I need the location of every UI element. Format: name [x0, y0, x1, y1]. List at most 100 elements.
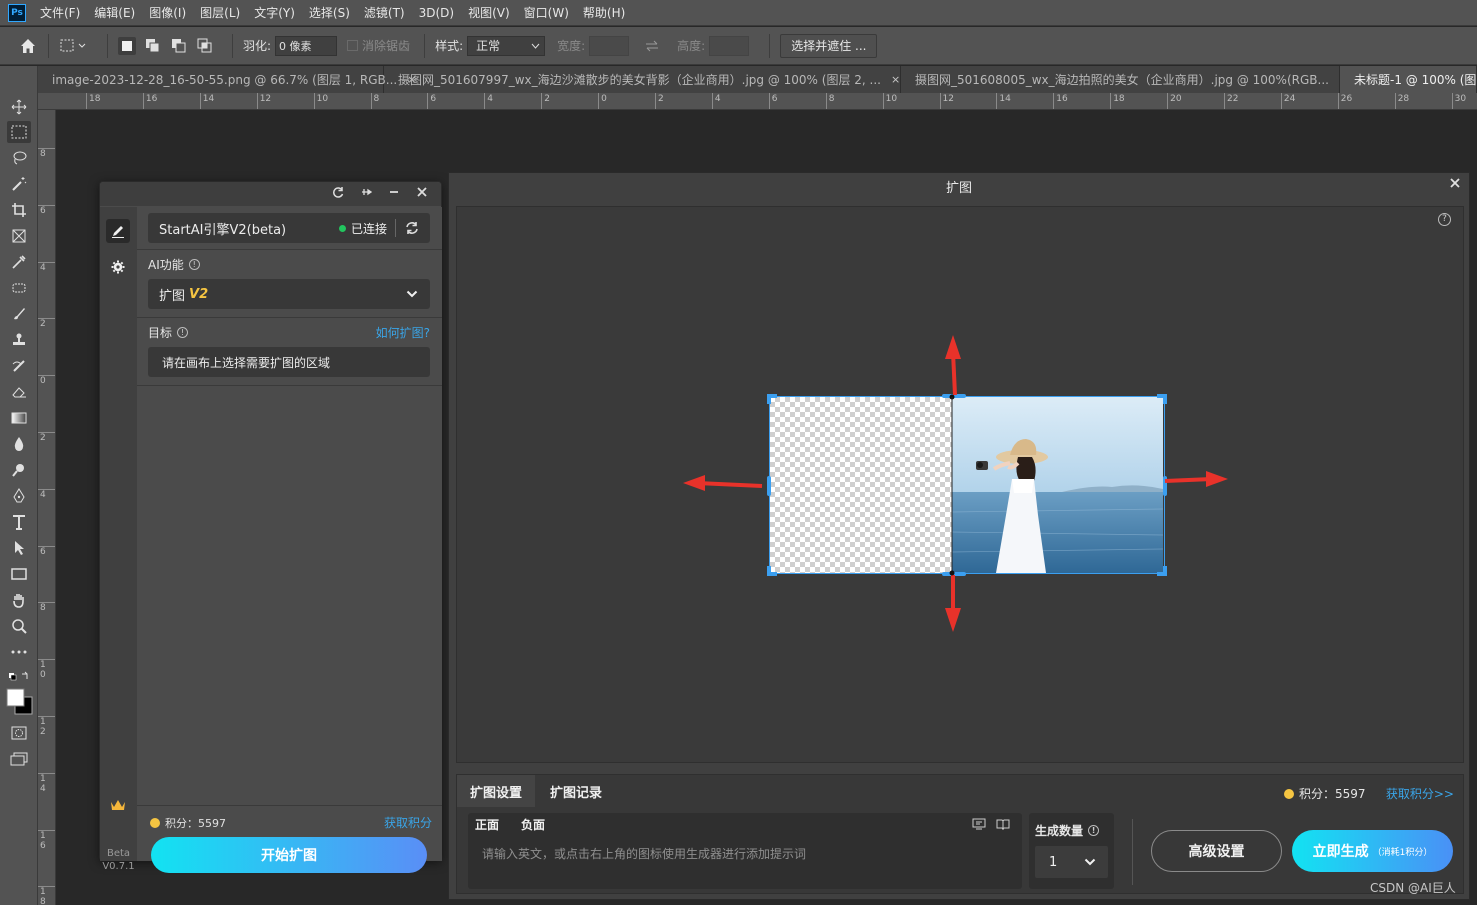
tab-document-3[interactable]: 摄图网_501608005_wx_海边拍照的美女（企业商用）.jpg @ 100… — [901, 66, 1348, 93]
ruler-tick: 30 — [1451, 93, 1466, 109]
menu-3d[interactable]: 3D(D) — [419, 6, 454, 20]
gradient-icon[interactable] — [7, 407, 31, 429]
count-select[interactable]: 1 — [1035, 846, 1108, 878]
switch-engine-icon[interactable] — [404, 221, 420, 235]
feather-input[interactable]: 0 像素 — [275, 35, 338, 56]
menu-window[interactable]: 窗口(W) — [524, 4, 569, 21]
generate-now-button[interactable]: 立即生成 （消耗1积分） — [1292, 830, 1453, 872]
color-swatches-icon[interactable] — [4, 686, 34, 716]
menu-filter[interactable]: 滤镜(T) — [364, 4, 405, 21]
info-icon[interactable]: ! — [177, 327, 189, 338]
crop-icon[interactable] — [7, 199, 31, 221]
blur-icon[interactable] — [7, 433, 31, 455]
antialias-checkbox[interactable] — [347, 40, 359, 51]
ruler-tick: 10 — [313, 93, 328, 109]
tab-document-1[interactable]: image-2023-12-28_16-50-55.png @ 66.7% (图… — [38, 66, 416, 93]
subtract-selection-icon[interactable] — [170, 37, 188, 55]
select-and-mask-button[interactable]: 选择并遮住 ... — [780, 33, 878, 58]
info-icon[interactable]: ! — [188, 259, 200, 270]
connection-status: 已连接 — [338, 219, 430, 237]
eyedropper-icon[interactable] — [7, 251, 31, 273]
menu-layer[interactable]: 图层(L) — [200, 4, 240, 21]
swap-icon[interactable] — [643, 37, 661, 55]
tab-expand-settings[interactable]: 扩图设置 — [457, 775, 536, 807]
eraser-icon[interactable] — [7, 381, 31, 403]
crown-icon[interactable] — [106, 793, 130, 817]
tab-document-2[interactable]: 摄图网_501607997_wx_海边沙滩散步的美女背影（企业商用）.jpg @… — [384, 66, 901, 93]
dodge-icon[interactable] — [7, 459, 31, 481]
ruler-tick: 4 — [38, 488, 55, 500]
menu-view[interactable]: 视图(V) — [468, 4, 510, 21]
style-select[interactable]: 正常 — [467, 35, 546, 56]
menu-type[interactable]: 文字(Y) — [254, 4, 295, 21]
ruler-tick: 2 — [38, 318, 55, 329]
add-selection-icon[interactable] — [144, 37, 162, 55]
lasso-icon[interactable] — [7, 147, 31, 169]
tab-document-4[interactable]: 未标题-1 @ 100% (图层 — [1340, 66, 1477, 93]
menu-image[interactable]: 图像(I) — [149, 4, 186, 21]
prompt-generator-icon[interactable] — [972, 818, 986, 830]
divider — [137, 385, 442, 386]
home-icon[interactable] — [18, 36, 38, 56]
feather-label: 羽化: — [243, 39, 272, 53]
clone-stamp-icon[interactable] — [7, 329, 31, 351]
info-icon[interactable]: ! — [1088, 825, 1100, 836]
brush-icon[interactable] — [7, 303, 31, 325]
ruler-tick: 6 — [38, 545, 55, 557]
menu-bar: Ps 文件(F) 编辑(E) 图像(I) 图层(L) 文字(Y) 选择(S) 滤… — [0, 0, 1477, 26]
function-select[interactable]: 扩图 V2 — [148, 279, 430, 309]
menu-help[interactable]: 帮助(H) — [583, 4, 625, 21]
tab-positive-prompt[interactable]: 正面 — [475, 816, 499, 833]
ruler-tick: 4 — [711, 93, 721, 109]
edit-icon[interactable] — [106, 219, 130, 243]
move-tool-icon[interactable] — [7, 96, 31, 118]
new-selection-icon[interactable] — [118, 36, 136, 55]
hand-icon[interactable] — [7, 589, 31, 611]
refresh-icon[interactable] — [327, 186, 349, 202]
type-icon[interactable] — [7, 511, 31, 533]
rectangular-marquee-icon[interactable] — [7, 121, 31, 143]
menu-select[interactable]: 选择(S) — [309, 4, 350, 21]
height-input[interactable] — [709, 35, 750, 56]
startai-plugin-panel: Beta V0.7.1 StartAI引擎V2(beta) 已连接 AI功能 !… — [99, 181, 442, 873]
close-icon[interactable] — [411, 186, 433, 202]
intersect-selection-icon[interactable] — [196, 37, 214, 55]
prompt-library-icon[interactable] — [996, 818, 1010, 830]
advanced-settings-button[interactable]: 高级设置 — [1151, 830, 1282, 872]
quick-mask-icon[interactable] — [7, 722, 31, 744]
close-icon[interactable]: × — [891, 73, 900, 86]
close-icon[interactable] — [1449, 177, 1461, 193]
frame-icon[interactable] — [7, 225, 31, 247]
minimize-icon[interactable] — [383, 186, 405, 202]
divider — [107, 33, 108, 58]
pen-icon[interactable] — [7, 485, 31, 507]
menu-file[interactable]: 文件(F) — [40, 4, 80, 21]
settings-gear-icon[interactable] — [106, 255, 130, 279]
divider — [48, 33, 49, 58]
tab-label: 摄图网_501608005_wx_海边拍照的美女（企业商用）.jpg @ 100… — [915, 73, 1329, 87]
engine-selector[interactable]: StartAI引擎V2(beta) 已连接 — [148, 213, 430, 243]
plugin-sidebar: Beta V0.7.1 — [100, 207, 137, 872]
zoom-icon[interactable] — [7, 615, 31, 637]
preview-canvas[interactable]: ? — [456, 206, 1464, 763]
more-tools-icon[interactable] — [7, 641, 31, 663]
path-selection-icon[interactable] — [7, 537, 31, 559]
points-balance: 积分：5597 — [165, 816, 226, 830]
default-colors-icon[interactable] — [7, 666, 31, 688]
marquee-tool-preset-icon[interactable] — [59, 37, 89, 55]
get-points-link[interactable]: 获取积分 — [384, 814, 432, 831]
rectangle-icon[interactable] — [7, 563, 31, 585]
prompt-input[interactable]: 请输入英文，或点击右上角的图标使用生成器进行添加提示词 — [482, 845, 806, 862]
healing-brush-icon[interactable] — [7, 277, 31, 299]
screen-mode-icon[interactable] — [7, 748, 31, 770]
tab-negative-prompt[interactable]: 负面 — [521, 816, 545, 833]
magic-wand-icon[interactable] — [7, 173, 31, 195]
how-to-expand-link[interactable]: 如何扩图? — [376, 324, 430, 341]
start-expand-button[interactable]: 开始扩图 — [151, 837, 427, 873]
history-brush-icon[interactable] — [7, 355, 31, 377]
get-points-link[interactable]: 获取积分>> — [1386, 785, 1454, 802]
pin-icon[interactable] — [355, 186, 377, 202]
menu-edit[interactable]: 编辑(E) — [94, 4, 135, 21]
width-input[interactable] — [589, 35, 630, 56]
tab-expand-history[interactable]: 扩图记录 — [537, 775, 615, 807]
